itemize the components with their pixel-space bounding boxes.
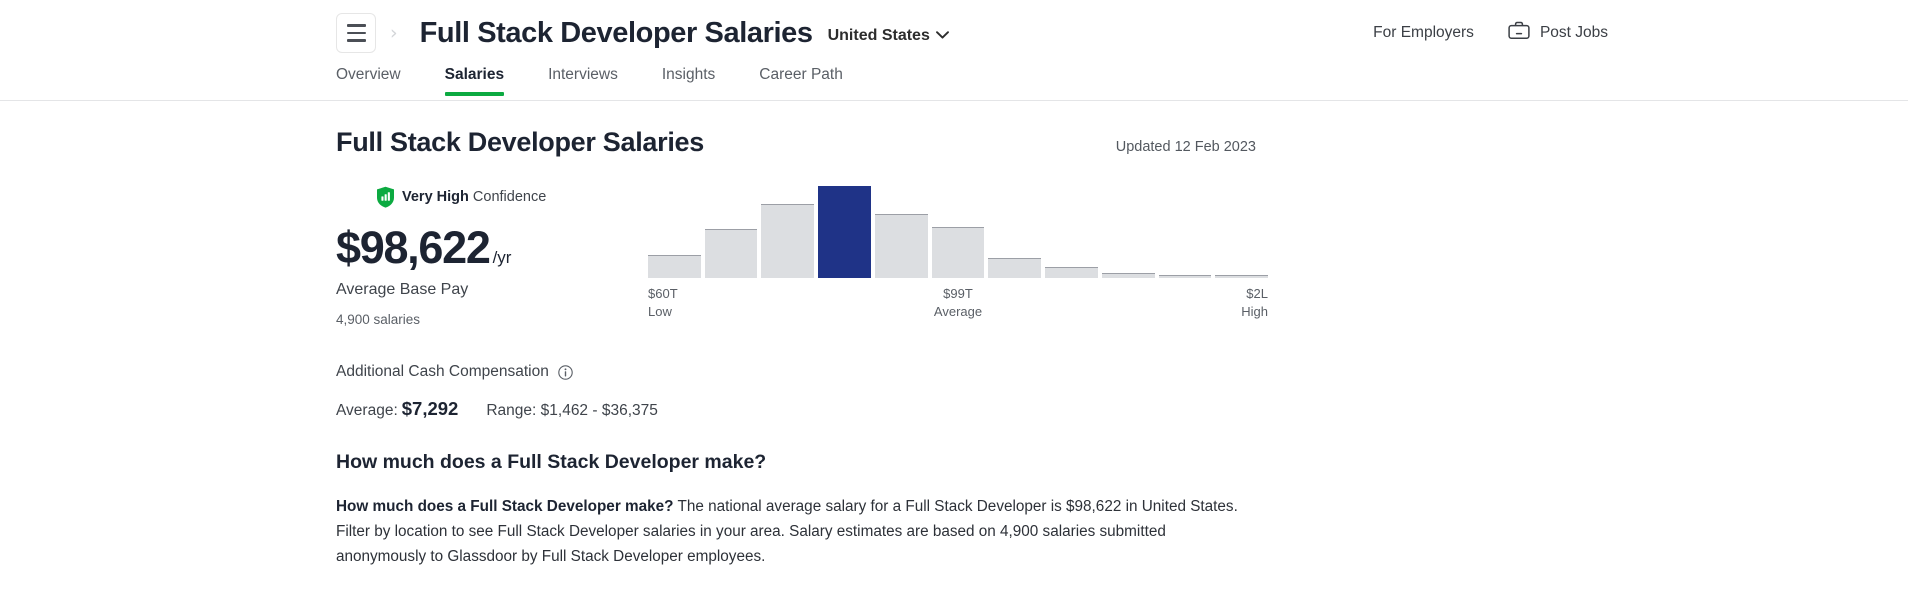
faq-heading: How much does a Full Stack Developer mak… [336,451,767,473]
axis-label-low: $60T Low [648,285,678,320]
axis-label-average: $99T Average [934,285,982,320]
top-bar-right-group: For Employers Post Jobs [1373,0,1608,66]
faq-question: How much does a Full Stack Developer mak… [336,498,674,515]
additional-cash-range: Range: $1,462 - $36,375 [486,402,658,419]
axis-label-high: $2L High [1241,285,1268,320]
tab-overview[interactable]: Overview [336,66,401,94]
tab-career-path[interactable]: Career Path [759,66,843,94]
histogram-bar[interactable] [1215,275,1269,278]
hamburger-bar [346,31,366,35]
tab-insights[interactable]: Insights [662,66,715,94]
confidence-label: Very High Confidence [402,189,546,205]
tab-interviews[interactable]: Interviews [548,66,618,94]
page-title: Full Stack Developer Salaries [336,127,704,157]
histogram-bar[interactable] [988,257,1042,278]
post-jobs-button[interactable]: Post Jobs [1508,21,1608,45]
histogram-bar-highlighted[interactable] [818,186,871,278]
additional-cash-average-value: $7,292 [401,398,459,419]
page-title-row: Full Stack Developer Salaries Updated 12… [336,127,1256,158]
shield-bars-icon [376,186,395,208]
location-label: United States [827,26,930,44]
additional-cash-values: Average: $7,292 Range: $1,462 - $36,375 [336,398,1586,420]
axis-value-low: $60T [648,286,678,301]
top-bar: › Full Stack Developer Salaries United S… [0,0,1908,66]
pay-summary-section: Very High Confidence $98,622 /yr Average… [336,186,1586,329]
histogram-bar[interactable] [874,214,928,278]
confidence-badge: Very High Confidence [376,186,636,208]
nav-tabs: Overview Salaries Interviews Insights Ca… [336,66,1908,100]
pay-summary-left: Very High Confidence $98,622 /yr Average… [336,186,636,329]
axis-value-average: $99T [943,286,973,301]
hamburger-bar [346,24,366,27]
histogram-bar[interactable] [648,255,701,278]
salary-distribution-chart: $60T Low $99T Average $2L High [648,186,1269,329]
location-selector[interactable]: United States [828,22,949,45]
histogram-axis: $60T Low $99T Average $2L High [648,285,1268,329]
histogram-bar[interactable] [931,226,985,278]
top-bar-left-group: › Full Stack Developer Salaries United S… [336,13,949,53]
additional-cash-average-label: Average: [336,402,398,419]
post-jobs-label: Post Jobs [1539,24,1608,41]
hamburger-menu-icon[interactable] [336,13,376,53]
average-base-pay-amount: $98,622 [336,222,491,273]
histogram-bar[interactable] [704,229,758,278]
histogram-bar[interactable] [1045,266,1098,278]
nav-tabs-bar: Overview Salaries Interviews Insights Ca… [0,66,1908,101]
axis-value-high: $2L [1246,286,1268,301]
confidence-word: Confidence [472,189,547,205]
axis-caption-high: High [1241,303,1268,319]
updated-timestamp: Updated 12 Feb 2023 [1115,139,1256,155]
hamburger-bar [346,39,366,42]
breadcrumb-chevron-right-icon: › [390,21,398,44]
header-title: Full Stack Developer Salaries [419,16,813,49]
histogram-bar[interactable] [1158,275,1212,278]
additional-cash-heading: Additional Cash Compensation [336,363,549,380]
pay-period-suffix: /yr [492,248,512,267]
briefcase-icon [1508,21,1530,45]
histogram-bars [648,186,1269,278]
for-employers-link[interactable]: For Employers [1373,24,1474,42]
chevron-down-icon [935,28,949,43]
additional-cash-compensation-section: Additional Cash Compensation Average: $7,… [336,363,1586,420]
additional-cash-heading-row: Additional Cash Compensation [336,363,1586,381]
axis-caption-average: Average [933,303,983,319]
axis-caption-low: Low [648,303,672,319]
average-base-pay-label: Average Base Pay [336,281,469,299]
average-base-pay-value-row: $98,622 /yr [336,222,636,273]
main-content: Full Stack Developer Salaries Updated 12… [336,101,1586,570]
tab-salaries[interactable]: Salaries [444,66,505,96]
confidence-level: Very High [402,189,469,205]
salaries-count: 4,900 salaries [336,312,421,328]
additional-cash-average: Average: $7,292 [336,398,458,420]
histogram-bar[interactable] [1101,272,1155,278]
histogram-bar[interactable] [761,203,815,278]
faq-answer-block: How much does a Full Stack Developer mak… [336,495,1241,570]
info-circle-icon[interactable] [558,364,573,380]
